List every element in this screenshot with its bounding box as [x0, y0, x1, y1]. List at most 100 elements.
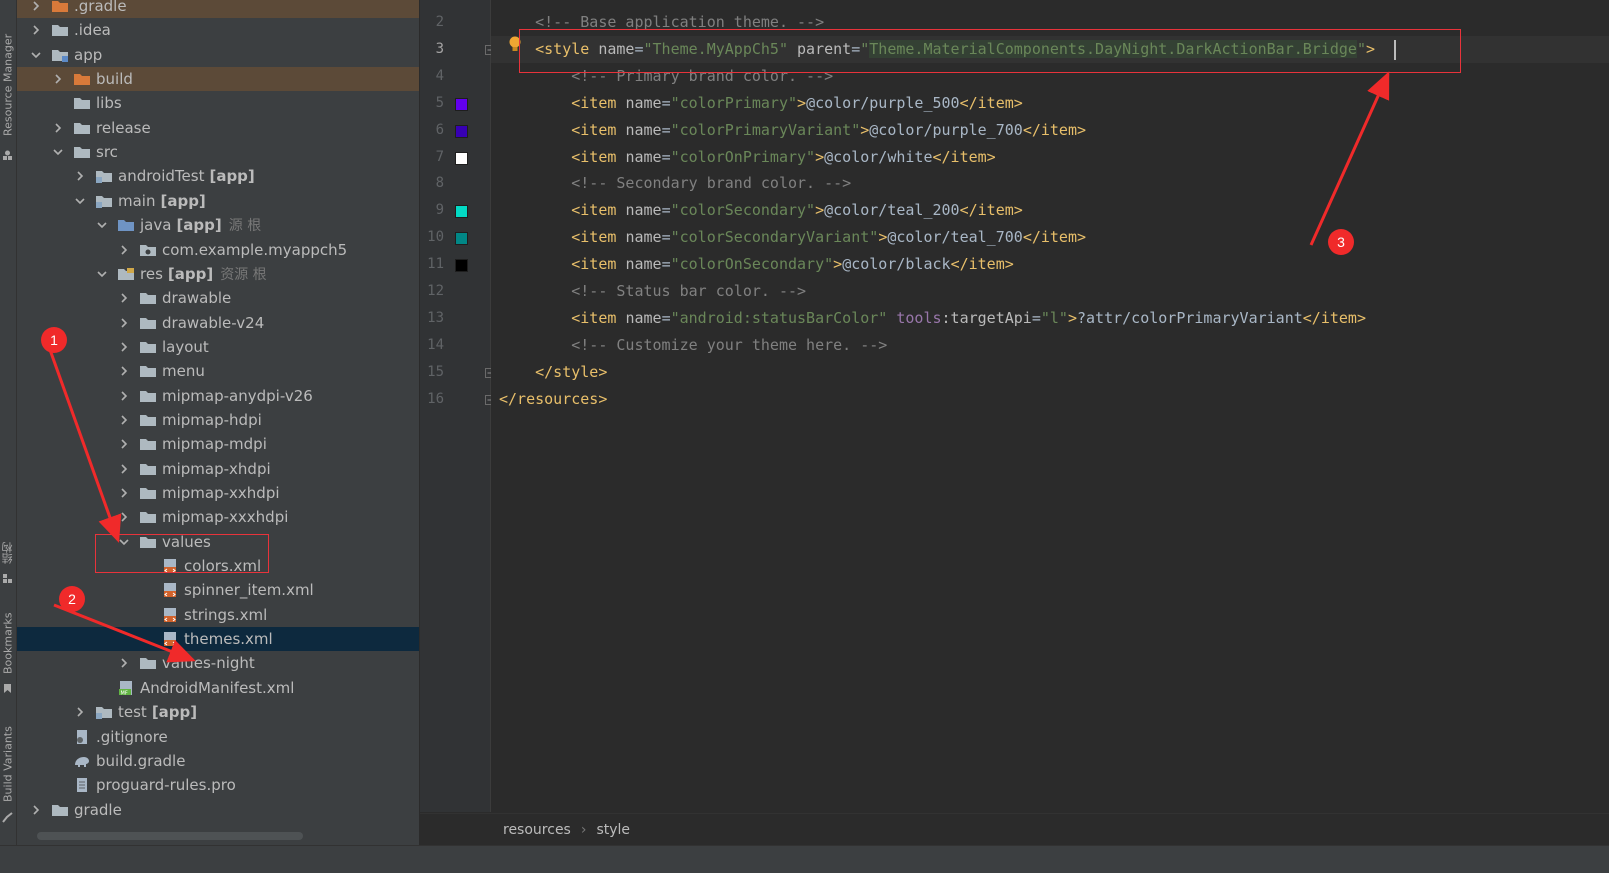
tree-item[interactable]: libs [17, 91, 419, 115]
structure-tab[interactable]: 结构 [0, 535, 16, 571]
tree-item[interactable]: release [17, 116, 419, 140]
tree-item[interactable]: test [app] [17, 700, 419, 724]
tree-item[interactable]: values-night [17, 651, 419, 675]
tree-item[interactable]: menu [17, 359, 419, 383]
code-token: "colorOnSecondary" [670, 255, 834, 274]
tree-item-label: layout [162, 337, 209, 356]
tree-item[interactable]: mipmap-xxhdpi [17, 481, 419, 505]
tree-item[interactable]: .gradle [17, 0, 419, 18]
tree-item[interactable]: com.example.myappch5 [17, 238, 419, 262]
chevron-right-icon[interactable] [29, 803, 43, 817]
color-swatch-icon[interactable] [455, 124, 468, 138]
tree-item[interactable]: build.gradle [17, 749, 419, 773]
chevron-right-icon[interactable] [117, 437, 131, 451]
tree-item[interactable]: .idea [17, 18, 419, 42]
chevron-down-icon[interactable] [95, 218, 109, 232]
code-token: "colorOnPrimary" [670, 147, 816, 166]
chevron-down-icon[interactable] [95, 267, 109, 281]
chevron-right-icon[interactable] [117, 510, 131, 524]
tree-item[interactable]: mipmap-anydpi-v26 [17, 384, 419, 408]
chevron-right-icon[interactable] [117, 413, 131, 427]
tree-item[interactable]: java [app] 源 根 [17, 213, 419, 237]
chevron-down-icon[interactable] [51, 145, 65, 159]
resource-manager-tab[interactable]: Resource Manager [0, 26, 16, 144]
code-editor[interactable]: <!-- Base application theme. --> <style … [491, 0, 1609, 812]
color-swatch-icon[interactable] [455, 97, 468, 111]
color-swatch-icon[interactable] [455, 205, 468, 219]
chevron-right-icon[interactable] [51, 72, 65, 86]
chevron-down-icon[interactable] [73, 194, 87, 208]
breadcrumb-item-resources[interactable]: resources [503, 822, 571, 838]
code-token: > [815, 147, 825, 166]
breadcrumb-item-style[interactable]: style [596, 822, 630, 838]
chevron-right-icon[interactable] [117, 291, 131, 305]
code-line: <item name="colorOnPrimary">@color/white… [499, 144, 996, 171]
code-line: <item name="android:statusBarColor" tool… [499, 305, 1366, 332]
chevron-down-icon[interactable] [29, 48, 43, 62]
tree-item[interactable]: main [app] [17, 189, 419, 213]
color-swatch-icon[interactable] [455, 232, 468, 246]
breadcrumb-separator-icon: › [580, 821, 587, 838]
chevron-right-icon[interactable] [117, 316, 131, 330]
tree-item-module-suffix: [app] [151, 703, 198, 722]
tree-item[interactable]: androidTest [app] [17, 164, 419, 188]
tree-item[interactable]: drawable [17, 286, 419, 310]
build-variants-tab[interactable]: Build Variants [0, 718, 16, 810]
chevron-right-icon[interactable] [73, 705, 87, 719]
chevron-right-icon[interactable] [117, 486, 131, 500]
code-token: <item [571, 120, 626, 139]
code-token: </style> [535, 362, 608, 381]
code-token: = [661, 120, 671, 139]
chevron-right-icon[interactable] [29, 0, 43, 13]
folder-icon [139, 485, 157, 501]
tree-item[interactable]: themes.xml [17, 627, 419, 652]
tree-item-label: mipmap-xxhdpi [162, 484, 280, 502]
tree-item[interactable]: gradle [17, 798, 419, 822]
chevron-right-icon[interactable] [73, 169, 87, 183]
folder-icon [51, 802, 69, 818]
tree-item[interactable]: mipmap-xhdpi [17, 457, 419, 481]
tree-item[interactable]: MF AndroidManifest.xml [17, 676, 419, 700]
color-swatch-icon[interactable] [455, 259, 468, 273]
tree-item[interactable]: mipmap-hdpi [17, 408, 419, 432]
tree-item[interactable]: res [app] 资源 根 [17, 262, 419, 286]
line-number: 5 [435, 94, 444, 111]
annotation-box-style-parent [519, 29, 1461, 73]
tree-item[interactable]: app [17, 43, 419, 67]
chevron-right-icon[interactable] [29, 23, 43, 37]
chevron-right-icon[interactable] [117, 656, 131, 670]
chevron-right-icon[interactable] [117, 340, 131, 354]
tree-item[interactable]: .gitignore [17, 725, 419, 749]
tree-item[interactable]: proguard-rules.pro [17, 773, 419, 797]
folder-icon [73, 144, 91, 160]
code-token: @color/black [842, 255, 951, 274]
line-number: 11 [427, 256, 444, 273]
code-token: </item> [959, 93, 1023, 112]
tree-item[interactable]: layout [17, 335, 419, 359]
tree-horizontal-scrollbar[interactable] [37, 832, 303, 840]
chevron-right-icon[interactable] [117, 389, 131, 403]
code-token: </item> [932, 147, 996, 166]
chevron-right-icon[interactable] [51, 121, 65, 135]
chevron-right-icon[interactable] [117, 243, 131, 257]
tree-item[interactable]: build [17, 67, 419, 92]
code-token: = [661, 147, 671, 166]
tree-item[interactable]: mipmap-mdpi [17, 432, 419, 456]
gradle-file-icon [73, 753, 91, 769]
color-swatch-icon[interactable] [455, 151, 468, 165]
text-file-icon [73, 777, 91, 793]
chevron-right-icon[interactable] [117, 364, 131, 378]
tree-item[interactable]: drawable-v24 [17, 311, 419, 335]
line-number: 10 [427, 229, 444, 246]
tree-item-label: mipmap-xhdpi [162, 459, 271, 478]
chevron-right-icon[interactable] [117, 462, 131, 476]
code-token: "android:statusBarColor" [670, 308, 888, 327]
tree-item-label: release [96, 118, 151, 137]
tree-item[interactable]: mipmap-xxxhdpi [17, 505, 419, 529]
tree-item-root-hint: 源 根 [228, 218, 262, 235]
code-token: "colorPrimaryVariant" [670, 120, 861, 139]
bookmarks-tab[interactable]: Bookmarks [0, 605, 16, 681]
tree-item[interactable]: src [17, 140, 419, 164]
